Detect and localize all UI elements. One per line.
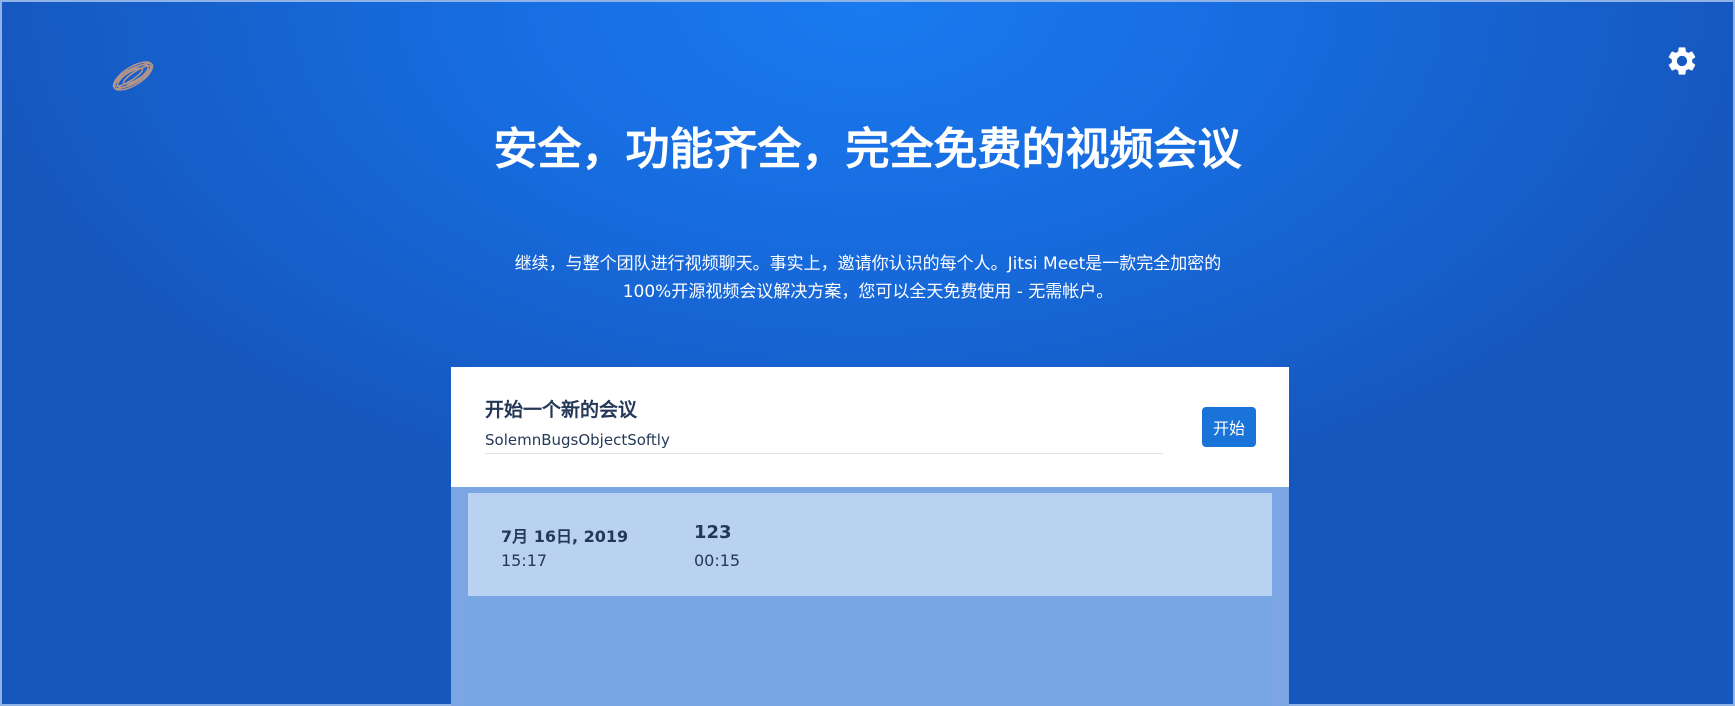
new-meeting-title: 开始一个新的会议 [485,399,638,421]
gear-icon[interactable] [1665,44,1699,78]
recent-meeting-duration: 00:15 [694,551,741,570]
recent-meeting-date: 7月 16日, 2019 [501,527,629,546]
page-title: 安全，功能齐全，完全免费的视频会议 [493,124,1242,175]
recent-meeting-room: 123 [694,522,732,543]
jitsi-logo-icon[interactable] [108,48,158,104]
start-meeting-button[interactable]: 开始 [1202,407,1256,447]
new-meeting-card: 开始一个新的会议 开始 [451,367,1289,487]
recent-meetings-panel: 7月 16日, 2019 15:17 123 00:15 [468,493,1272,706]
recent-meeting-time: 15:17 [501,551,548,570]
room-name-input[interactable] [485,427,1163,454]
page-description: 继续，与整个团队进行视频聊天。事实上，邀请你认识的每个人。Jitsi Meet是… [514,254,1222,302]
recent-meeting-row[interactable]: 7月 16日, 2019 15:17 123 00:15 [468,493,1272,596]
